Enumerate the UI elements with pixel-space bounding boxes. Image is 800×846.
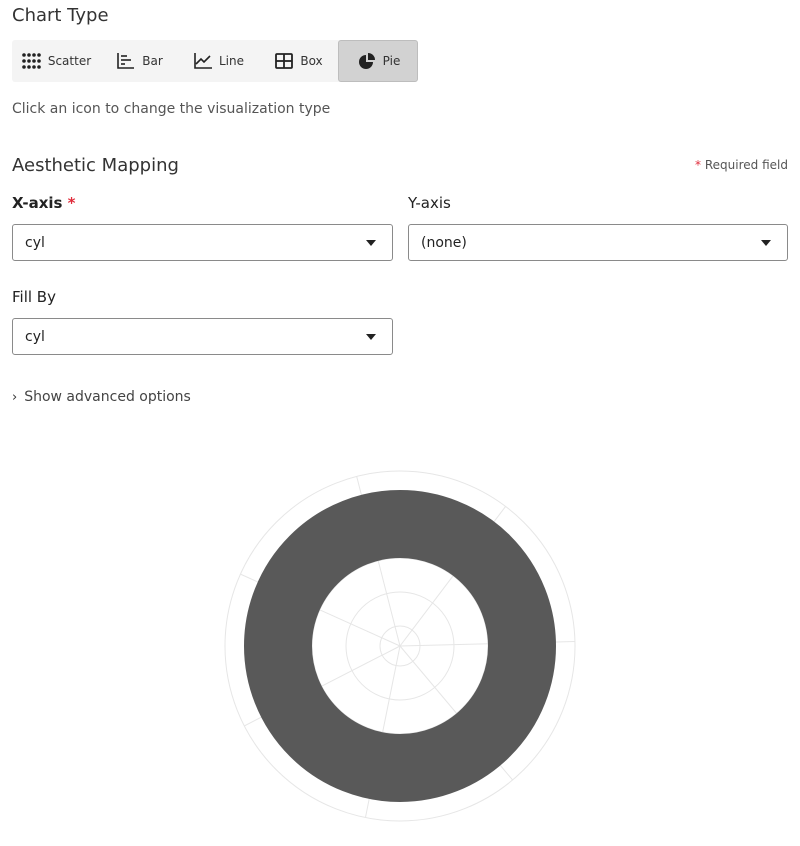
- x-axis-value: cyl: [25, 234, 45, 251]
- x-axis-select[interactable]: cyl: [12, 224, 393, 261]
- chart-type-toolbar: Scatter Bar Line Box Pie: [12, 40, 418, 82]
- show-advanced-options-toggle[interactable]: › Show advanced options: [12, 389, 191, 405]
- bar-type-label: Bar: [142, 54, 163, 68]
- scatter-type-label: Scatter: [47, 54, 92, 68]
- fill-by-select[interactable]: cyl: [12, 318, 393, 355]
- chevron-down-icon: [366, 240, 376, 246]
- box-type-button[interactable]: Box: [258, 40, 338, 82]
- x-axis-label: X-axis *: [12, 194, 76, 212]
- aesthetic-mapping-title: Aesthetic Mapping: [12, 155, 179, 176]
- required-field-note: * Required field: [695, 158, 788, 172]
- pie-chart: [224, 470, 576, 822]
- scatter-icon: [22, 53, 41, 69]
- y-axis-select[interactable]: (none): [408, 224, 788, 261]
- fill-by-label: Fill By: [12, 288, 56, 306]
- x-axis-required-star: *: [67, 194, 76, 212]
- chevron-down-icon: [761, 240, 771, 246]
- chevron-down-icon: [366, 334, 376, 340]
- bar-chart-icon: [117, 53, 135, 69]
- pie-type-button[interactable]: Pie: [338, 40, 418, 82]
- x-axis-label-text: X-axis: [12, 194, 63, 212]
- line-chart-icon: [194, 53, 212, 69]
- line-type-button[interactable]: Line: [178, 40, 258, 82]
- scatter-type-button[interactable]: Scatter: [12, 40, 100, 82]
- y-axis-value: (none): [421, 234, 467, 251]
- chart-type-title: Chart Type: [12, 5, 109, 26]
- bar-type-button[interactable]: Bar: [100, 40, 178, 82]
- chart-type-hint: Click an icon to change the visualizatio…: [12, 101, 331, 117]
- pie-chart-icon: [358, 53, 375, 69]
- required-field-text: Required field: [704, 158, 788, 172]
- required-star: *: [695, 158, 702, 172]
- chevron-right-icon: ›: [12, 389, 18, 405]
- show-advanced-options-label: Show advanced options: [24, 389, 191, 405]
- pie-type-label: Pie: [382, 54, 401, 68]
- fill-by-value: cyl: [25, 328, 45, 345]
- box-type-label: Box: [300, 54, 323, 68]
- line-type-label: Line: [218, 54, 244, 68]
- y-axis-label: Y-axis: [408, 194, 451, 212]
- box-plot-icon: [275, 53, 294, 69]
